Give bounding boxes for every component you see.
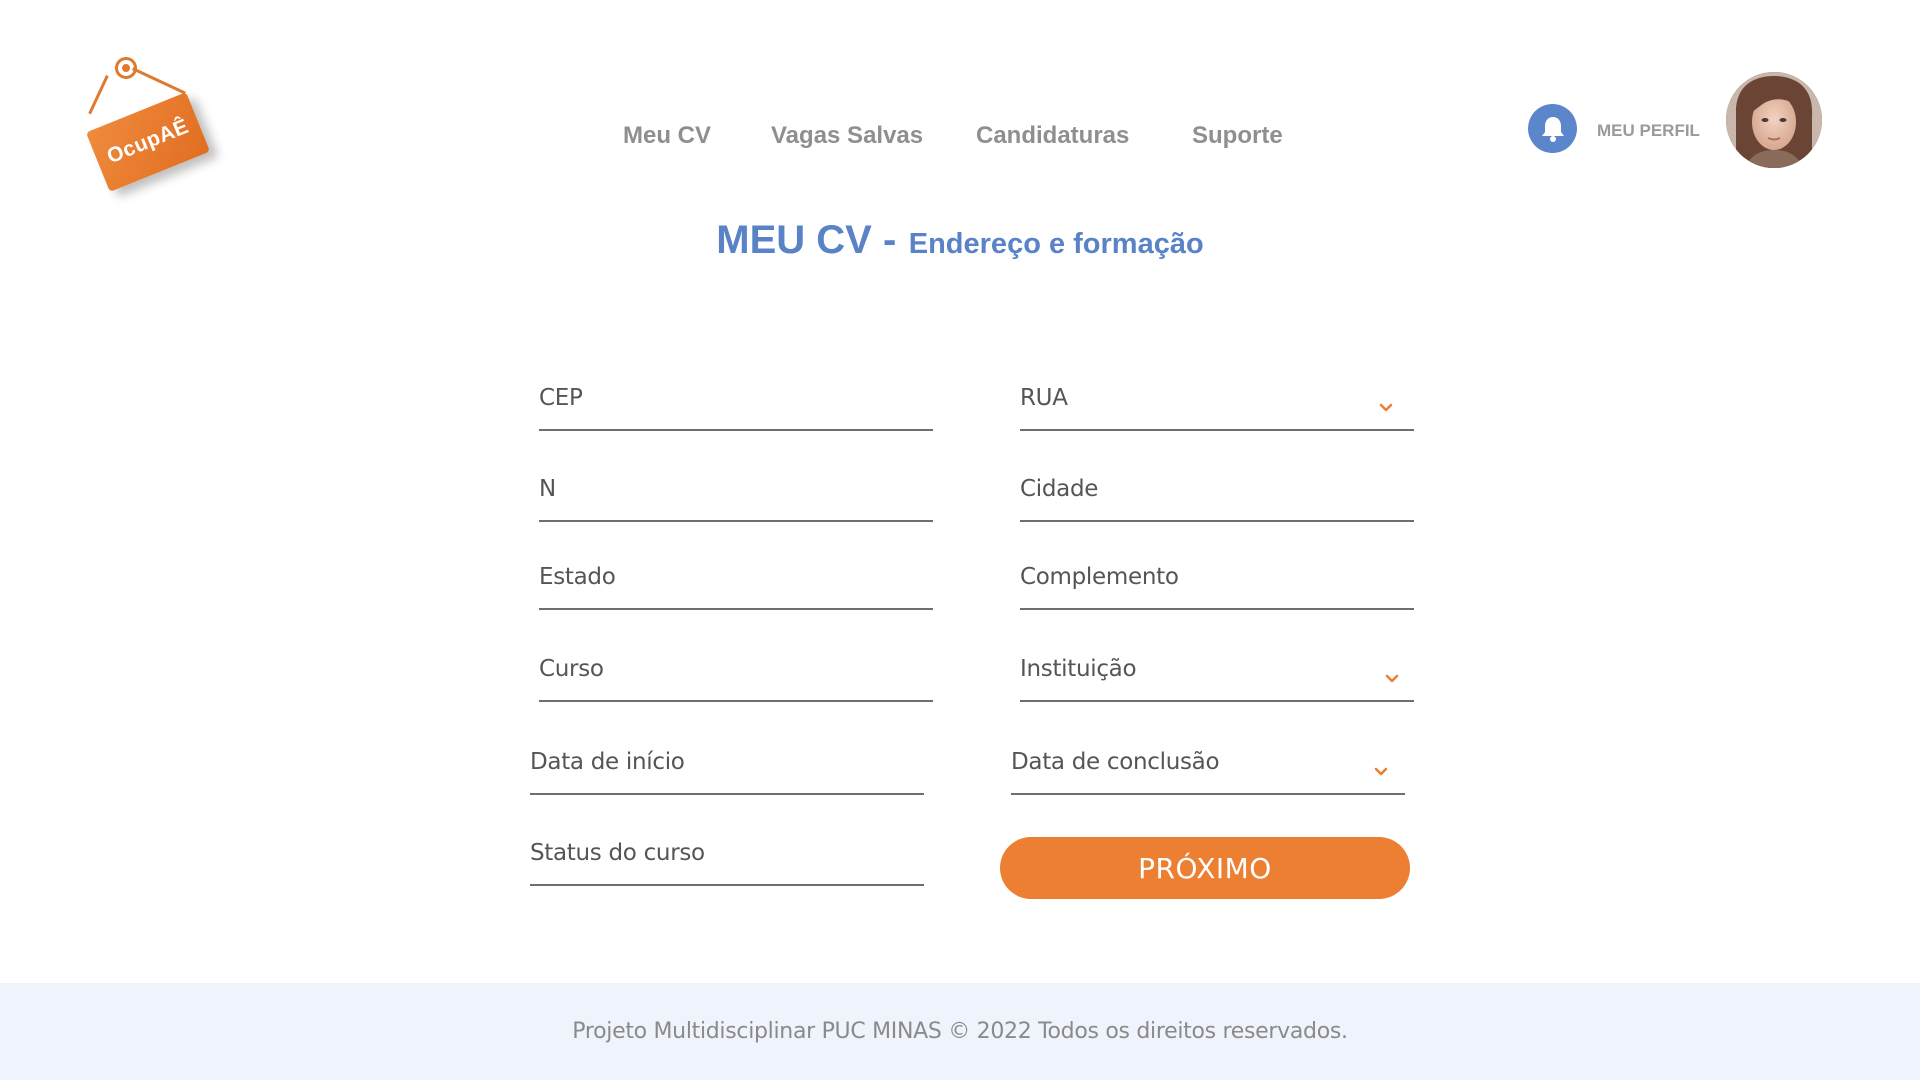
data-conclusao-label: Data de conclusão	[1011, 749, 1220, 775]
numero-field[interactable]: N	[539, 468, 933, 522]
next-button[interactable]: PRÓXIMO	[1000, 837, 1410, 899]
page-title: MEU CV - Endereço e formação	[0, 218, 1920, 263]
logo-string-right	[132, 67, 186, 95]
page-title-main: MEU CV -	[716, 218, 897, 262]
complemento-field[interactable]: Complemento	[1020, 556, 1414, 610]
notification-button[interactable]	[1528, 104, 1577, 153]
data-inicio-field[interactable]: Data de início	[530, 741, 924, 795]
data-inicio-label: Data de início	[530, 749, 685, 775]
page: OcupAÊ Meu CV Vagas Salvas Candidaturas …	[0, 0, 1920, 1080]
logo-string-left	[88, 75, 109, 115]
page-title-sub: Endereço e formação	[908, 228, 1204, 260]
nav-item-vagas-salvas[interactable]: Vagas Salvas	[771, 122, 923, 150]
cidade-label: Cidade	[1020, 476, 1099, 502]
nav-item-candidaturas[interactable]: Candidaturas	[976, 122, 1129, 150]
bell-icon	[1541, 116, 1564, 142]
data-conclusao-select[interactable]: Data de conclusão	[1011, 741, 1405, 795]
instituicao-select[interactable]: Instituição	[1020, 648, 1414, 702]
footer-copyright: Projeto Multidisciplinar PUC MINAS © 202…	[572, 1019, 1348, 1044]
rua-label: RUA	[1020, 385, 1068, 411]
status-curso-label: Status do curso	[530, 840, 705, 866]
cidade-field[interactable]: Cidade	[1020, 468, 1414, 522]
rua-select[interactable]: RUA	[1020, 377, 1414, 431]
cep-label: CEP	[539, 385, 583, 411]
footer: Projeto Multidisciplinar PUC MINAS © 202…	[0, 983, 1920, 1080]
estado-field[interactable]: Estado	[539, 556, 933, 610]
curso-field[interactable]: Curso	[539, 648, 933, 702]
chevron-down-icon	[1379, 403, 1393, 412]
cep-field[interactable]: CEP	[539, 377, 933, 431]
numero-label: N	[539, 476, 556, 502]
profile-link[interactable]: MEU PERFIL	[1597, 121, 1700, 141]
avatar[interactable]	[1726, 72, 1822, 168]
status-curso-field[interactable]: Status do curso	[530, 832, 924, 886]
chevron-down-icon	[1385, 674, 1399, 683]
user-avatar-photo	[1726, 72, 1822, 168]
curso-label: Curso	[539, 656, 604, 682]
nav-item-meu-cv[interactable]: Meu CV	[623, 122, 711, 150]
chevron-down-icon	[1374, 767, 1388, 776]
complemento-label: Complemento	[1020, 564, 1179, 590]
instituicao-label: Instituição	[1020, 656, 1137, 682]
estado-label: Estado	[539, 564, 616, 590]
nav-item-suporte[interactable]: Suporte	[1192, 122, 1283, 150]
